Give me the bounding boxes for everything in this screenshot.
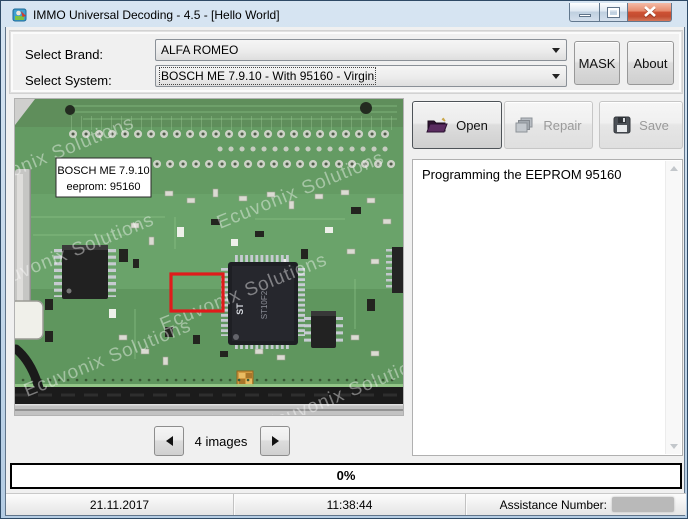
brand-label: Select Brand: [25, 47, 104, 62]
chip-label-line2: eeprom: 95160 [67, 181, 141, 193]
chevron-down-icon [552, 74, 560, 79]
save-button-label: Save [639, 117, 669, 133]
save-floppy-icon [613, 116, 631, 134]
close-icon [643, 6, 656, 17]
client-area: Select Brand: Select System: ALFA ROMEO … [5, 27, 686, 516]
about-button[interactable]: About [627, 41, 674, 85]
system-combobox[interactable]: BOSCH ME 7.9.10 - With 95160 - Virgin [155, 65, 567, 87]
brand-combobox-value: ALFA ROMEO [161, 43, 239, 57]
open-button[interactable]: Open [412, 101, 502, 149]
scroll-up-icon [670, 166, 678, 171]
save-button[interactable]: Save [599, 101, 683, 149]
window-title: IMMO Universal Decoding - 4.5 - [Hello W… [33, 8, 280, 22]
log-text: Programming the EEPROM 95160 [422, 167, 622, 182]
prev-image-button[interactable] [154, 426, 184, 456]
chevron-down-icon [552, 48, 560, 53]
close-button[interactable] [627, 3, 672, 22]
scroll-down-icon [670, 444, 678, 449]
assistance-number-redacted [612, 497, 674, 512]
caption-buttons [569, 3, 672, 22]
repair-button[interactable]: Repair [504, 101, 593, 149]
app-icon [12, 8, 27, 22]
log-output[interactable]: Programming the EEPROM 95160 [412, 159, 683, 456]
arrow-right-icon [271, 436, 279, 446]
minimize-icon [578, 13, 591, 17]
progress-bar: 0% [10, 463, 682, 489]
repair-icon [515, 117, 533, 133]
chip-label-line1: BOSCH ME 7.9.10 [57, 165, 149, 177]
assistance-number-label: Assistance Number: [499, 497, 607, 512]
brand-combobox[interactable]: ALFA ROMEO [155, 39, 567, 61]
image-count-label: 4 images [194, 434, 248, 449]
maximize-icon [608, 7, 619, 17]
system-combobox-value: BOSCH ME 7.9.10 - With 95160 - Virgin [158, 67, 377, 85]
repair-button-label: Repair [543, 117, 582, 133]
status-bar: 21.11.2017 11:38:44 Assistance Number: [6, 493, 686, 515]
window-frame: IMMO Universal Decoding - 4.5 - [Hello W… [0, 0, 688, 519]
open-button-label: Open [456, 117, 488, 133]
pcb-image: ST ST10F2 Ecuvonix Solutions Ecuvonix So… [14, 98, 404, 416]
next-image-button[interactable] [260, 426, 290, 456]
log-scrollbar[interactable] [665, 161, 681, 454]
status-time: 11:38:44 [234, 494, 466, 515]
open-folder-icon [426, 117, 448, 132]
arrow-left-icon [165, 436, 173, 446]
system-label: Select System: [25, 73, 112, 88]
status-assistance: Assistance Number: [466, 494, 686, 515]
titlebar: IMMO Universal Decoding - 4.5 - [Hello W… [2, 2, 686, 27]
mask-button[interactable]: MASK [574, 41, 620, 85]
status-date: 21.11.2017 [6, 494, 234, 515]
maximize-button[interactable] [599, 3, 628, 22]
minimize-button[interactable] [569, 3, 600, 22]
